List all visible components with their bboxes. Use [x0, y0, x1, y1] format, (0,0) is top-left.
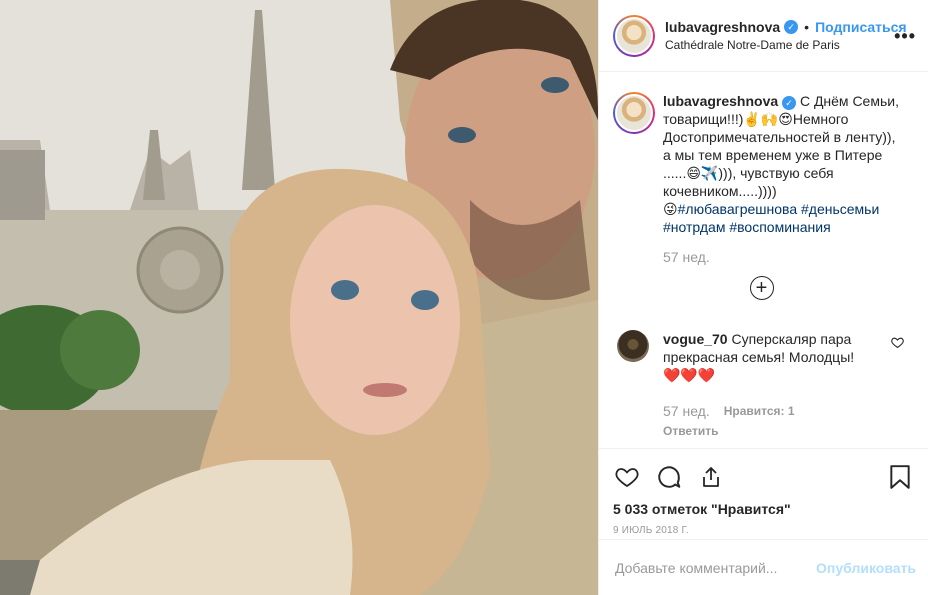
caption-row: lubavagreshnova ✓ С Днём Семьи, товарищи…	[613, 92, 914, 266]
commenter-username[interactable]: vogue_70	[663, 331, 728, 347]
caption-avatar[interactable]	[613, 92, 655, 134]
post-side-panel: lubavagreshnova ✓ • Подписаться Cathédra…	[598, 0, 928, 595]
post-header: lubavagreshnova ✓ • Подписаться Cathédra…	[599, 0, 928, 72]
reply-button[interactable]: Ответить	[663, 422, 873, 440]
separator-dot: •	[804, 19, 810, 35]
comment-input[interactable]	[615, 559, 817, 576]
comment-like-heart-icon[interactable]	[891, 336, 904, 349]
avatar-image	[615, 94, 653, 132]
like-heart-icon[interactable]	[613, 463, 641, 491]
bookmark-icon[interactable]	[886, 463, 914, 491]
comment-timestamp[interactable]: 57 нед.	[663, 402, 710, 420]
comment-meta: 57 нед. Нравится: 1	[663, 402, 873, 420]
caption-emoji: 😜	[663, 201, 678, 217]
caption-text: lubavagreshnova ✓ С Днём Семьи, товарищи…	[663, 92, 899, 266]
selfie-image	[0, 0, 598, 595]
hashtag-link[interactable]: #любавагрешнова	[678, 201, 798, 217]
action-icons	[613, 457, 914, 497]
comment-item: vogue_70 Суперскаляр пара прекрасная сем…	[613, 330, 914, 440]
publish-button[interactable]: Опубликовать	[816, 560, 916, 576]
likes-count[interactable]: 5 033 отметок "Нравится"	[613, 501, 914, 517]
caption-username[interactable]: lubavagreshnova	[663, 93, 778, 109]
verified-badge-icon: ✓	[784, 20, 799, 34]
follow-button[interactable]: Подписаться	[815, 19, 907, 35]
comments-list[interactable]: lubavagreshnova ✓ С Днём Семьи, товарищи…	[599, 72, 928, 448]
verified-badge-icon: ✓	[782, 96, 797, 110]
caption-timestamp[interactable]: 57 нед.	[663, 248, 899, 266]
author-avatar[interactable]	[613, 14, 655, 57]
header-row: lubavagreshnova ✓ • Подписаться	[665, 19, 907, 35]
hashtag-link[interactable]: #нотрдам	[663, 219, 725, 235]
location-link[interactable]: Cathédrale Notre-Dame de Paris	[665, 38, 907, 52]
post-actions: 5 033 отметок "Нравится" 9 июль 2018 г.	[599, 448, 928, 536]
post-date[interactable]: 9 июль 2018 г.	[613, 525, 914, 536]
hashtag-link[interactable]: #воспоминания	[729, 219, 830, 235]
share-icon[interactable]	[697, 463, 725, 491]
comment-body: vogue_70 Суперскаляр пара прекрасная сем…	[663, 330, 873, 440]
comment-likes[interactable]: Нравится: 1	[724, 402, 795, 420]
header-text: lubavagreshnova ✓ • Подписаться Cathédra…	[665, 19, 907, 52]
hashtag-link[interactable]: #деньсемьи	[801, 201, 879, 217]
instagram-post-modal: lubavagreshnova ✓ • Подписаться Cathédra…	[0, 0, 928, 595]
more-options-icon[interactable]: •••	[894, 26, 916, 47]
author-username[interactable]: lubavagreshnova	[665, 19, 780, 35]
comment-hearts: ❤️❤️❤️	[663, 367, 716, 383]
post-photo[interactable]	[0, 0, 598, 595]
avatar-image	[615, 16, 653, 55]
load-more-comments-icon[interactable]: +	[749, 276, 774, 300]
commenter-avatar[interactable]	[617, 330, 649, 362]
add-comment-bar: Опубликовать	[599, 539, 928, 595]
comment-icon[interactable]	[655, 463, 683, 491]
